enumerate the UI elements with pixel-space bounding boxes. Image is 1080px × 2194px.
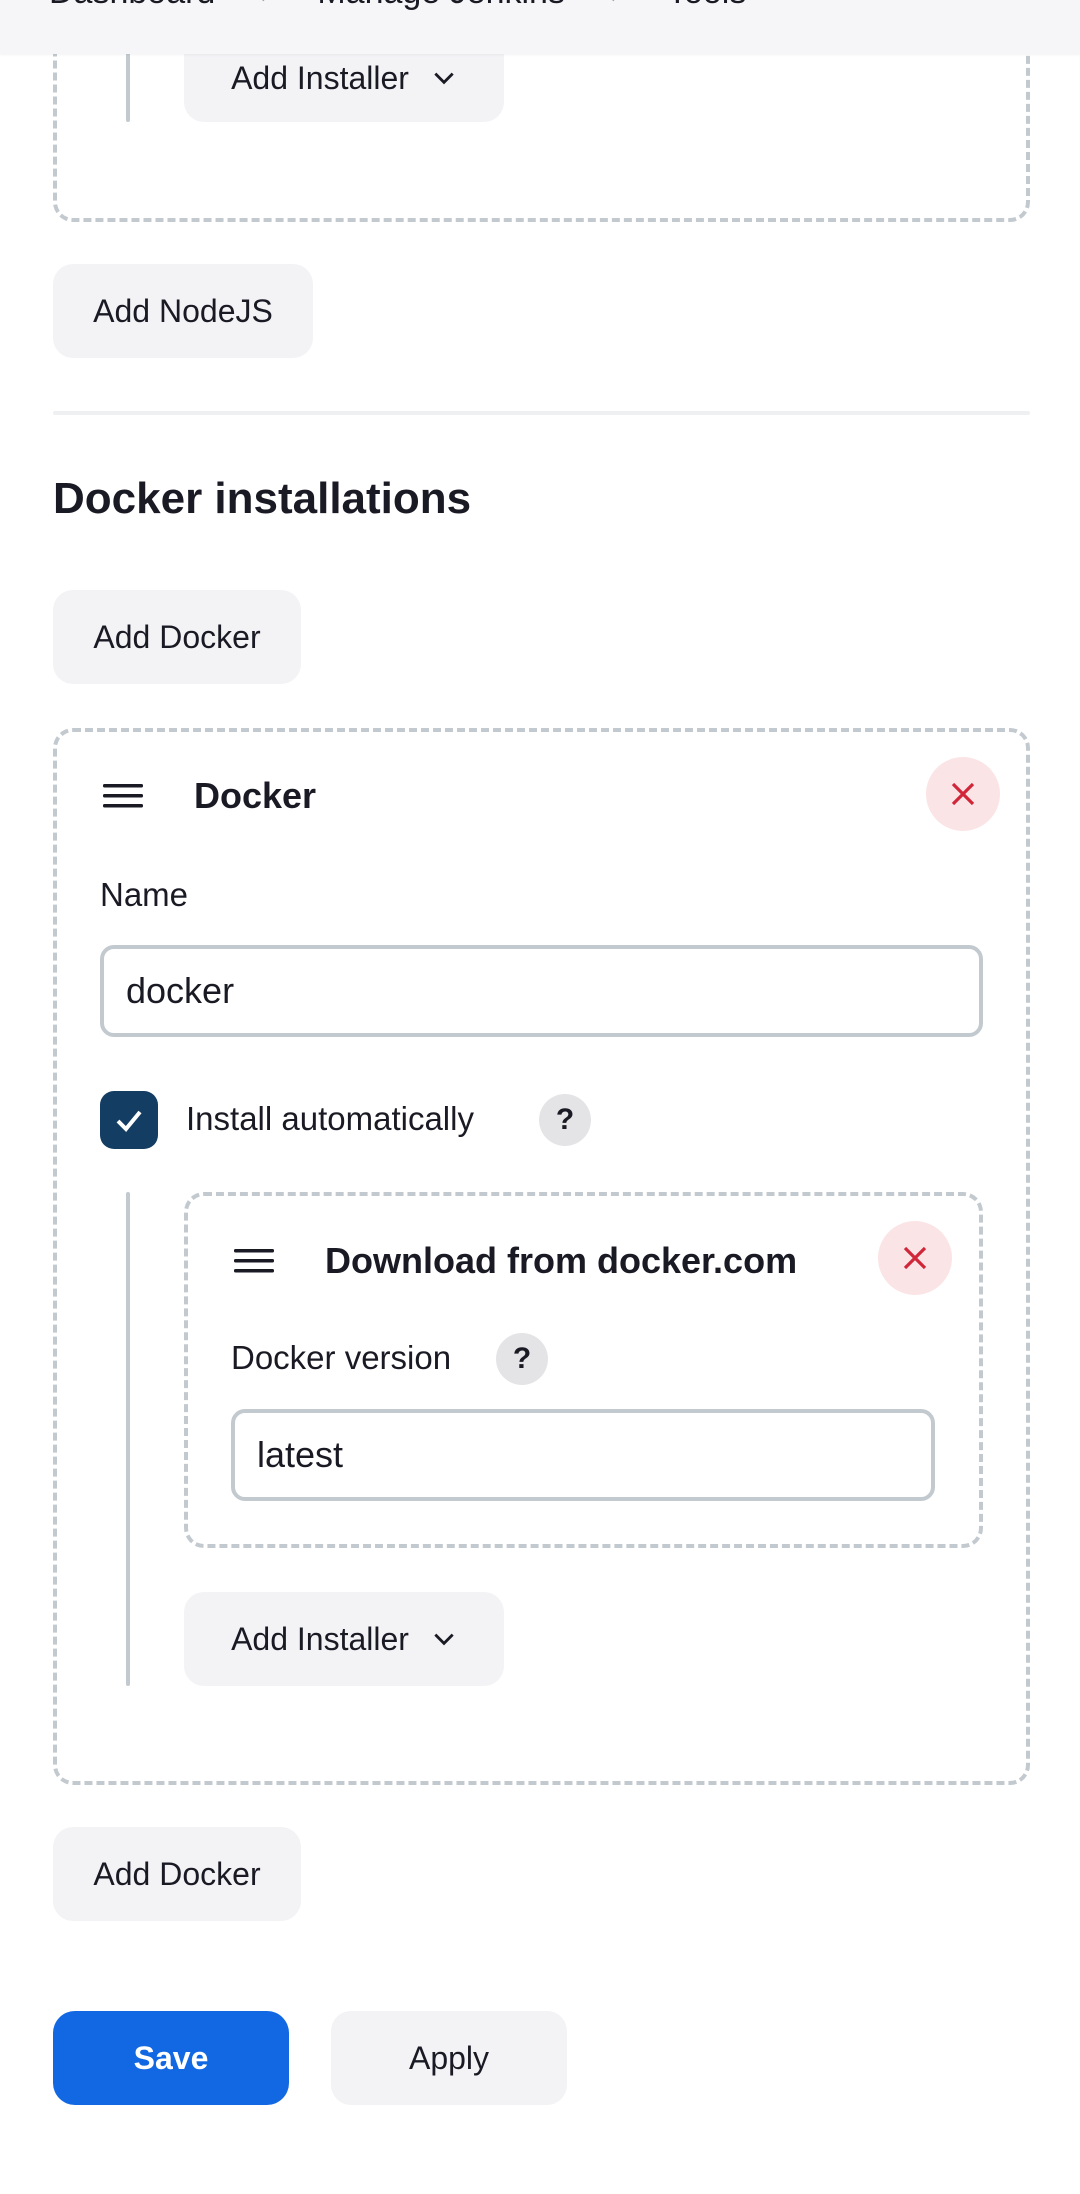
help-icon[interactable]: ? — [539, 1094, 591, 1146]
name-label: Name — [100, 876, 189, 913]
docker-add-installer-button[interactable]: Add Installer — [184, 1592, 504, 1686]
add-installer-label: Add Installer — [231, 1620, 409, 1657]
docker-installer-rail — [126, 1192, 130, 1686]
page: Dashboard Manage Jenkins Tools Add Insta… — [0, 0, 1080, 2194]
apply-label: Apply — [408, 2039, 490, 2076]
add-docker-top-button[interactable]: Add Docker — [53, 590, 301, 684]
chevron-right-icon — [262, 0, 265, 2]
add-docker-bottom-button[interactable]: Add Docker — [53, 1827, 301, 1921]
close-icon — [951, 782, 975, 806]
remove-installer-button[interactable] — [878, 1221, 952, 1295]
remove-docker-button[interactable] — [926, 757, 1000, 831]
apply-button[interactable]: Apply — [331, 2011, 567, 2105]
close-icon — [903, 1246, 927, 1270]
section-divider — [53, 411, 1030, 415]
save-button[interactable]: Save — [53, 2011, 289, 2105]
help-icon[interactable]: ? — [496, 1333, 548, 1385]
breadcrumb-item-tools[interactable]: Tools — [667, 0, 746, 12]
docker-tool-title: Docker — [194, 775, 317, 816]
breadcrumb-item-manage-jenkins[interactable]: Manage Jenkins — [317, 0, 565, 12]
docker-installations-heading: Docker installations — [53, 474, 472, 523]
add-nodejs-button[interactable]: Add NodeJS — [53, 264, 313, 358]
save-label: Save — [133, 2039, 209, 2076]
installer-title: Download from docker.com — [325, 1240, 798, 1281]
drag-handle-icon[interactable] — [101, 781, 145, 811]
breadcrumb-bar: Dashboard Manage Jenkins Tools — [0, 0, 1080, 54]
chevron-down-icon — [434, 1633, 454, 1646]
check-icon — [116, 1110, 142, 1132]
add-nodejs-label: Add NodeJS — [93, 292, 273, 329]
docker-version-label: Docker version — [231, 1339, 452, 1376]
drag-handle-icon[interactable] — [232, 1246, 276, 1276]
docker-name-input[interactable] — [100, 945, 983, 1037]
install-automatically-checkbox[interactable] — [100, 1091, 158, 1149]
docker-version-input[interactable] — [231, 1409, 935, 1501]
chevron-down-icon — [434, 72, 454, 85]
breadcrumb: Dashboard Manage Jenkins Tools — [49, 0, 746, 14]
add-docker-label: Add Docker — [93, 618, 261, 655]
add-installer-label: Add Installer — [231, 59, 409, 96]
breadcrumb-item-dashboard[interactable]: Dashboard — [49, 0, 215, 12]
chevron-right-icon — [612, 0, 615, 2]
install-automatically-label[interactable]: Install automatically — [186, 1100, 474, 1138]
add-docker-label: Add Docker — [93, 1855, 261, 1892]
